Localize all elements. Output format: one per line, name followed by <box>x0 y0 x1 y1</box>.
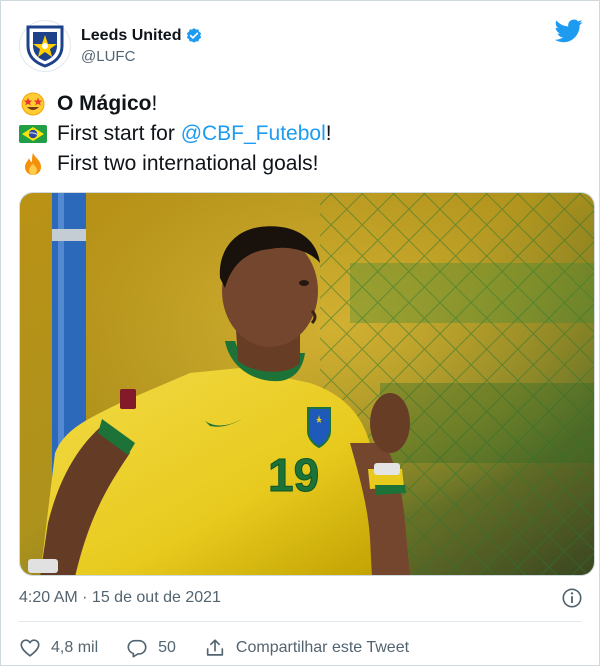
twitter-bird-icon[interactable] <box>555 19 583 43</box>
heart-icon <box>20 639 40 657</box>
verified-badge-icon <box>187 28 202 43</box>
avatar[interactable] <box>19 20 71 72</box>
football-player-photo: 19 <box>20 193 594 575</box>
mention-link[interactable]: @CBF_Futebol <box>181 119 326 149</box>
info-icon[interactable] <box>561 587 583 609</box>
share-button[interactable]: Compartilhar este Tweet <box>204 637 409 659</box>
display-name[interactable]: Leeds United <box>81 27 181 45</box>
tweet-header: Leeds United @LUFC <box>19 19 203 73</box>
tweet-actions: 4,8 mil 50 Compartilhar este Tweet <box>19 633 437 663</box>
like-button[interactable]: 4,8 mil <box>19 637 98 659</box>
tweet-line-3: First two international goals! <box>19 149 332 179</box>
tweet-line-2: First start for @CBF_Futebol! <box>19 119 332 149</box>
fire-emoji-icon <box>25 153 41 175</box>
tweet-timestamp[interactable]: 4:20 AM · 15 de out de 2021 <box>19 589 221 607</box>
star-struck-emoji-icon <box>21 92 45 116</box>
account-names: Leeds United @LUFC <box>81 27 203 65</box>
tweet-bold-text: O Mágico <box>57 92 152 115</box>
share-icon <box>206 639 224 656</box>
brazil-flag-emoji-icon <box>19 125 47 143</box>
account-handle[interactable]: @LUFC <box>81 48 203 65</box>
reply-count: 50 <box>158 639 176 656</box>
reply-bubble-icon <box>127 639 147 658</box>
tweet-line-1: O Mágico! <box>19 89 332 119</box>
tweet-photo[interactable]: 19 <box>19 192 595 576</box>
like-count: 4,8 mil <box>51 639 99 656</box>
tweet-text: O Mágico! First start for @CBF_Futebol! … <box>19 89 332 179</box>
tweet-card: Leeds United @LUFC O Mágico! First start… <box>0 0 600 666</box>
divider <box>19 621 581 622</box>
reply-button[interactable]: 50 <box>126 637 176 659</box>
leeds-crest-logo <box>26 25 64 68</box>
share-label: Compartilhar este Tweet <box>235 639 410 656</box>
